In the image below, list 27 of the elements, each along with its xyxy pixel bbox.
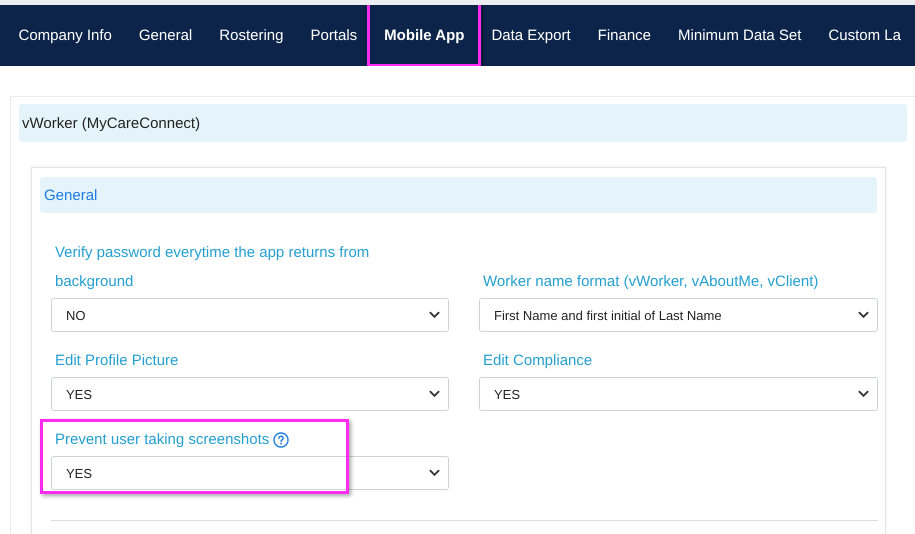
dropdown[interactable]: First Name and first initial of Last Name <box>479 298 878 332</box>
panel-header: vWorker (MyCareConnect) <box>19 104 907 142</box>
dropdown[interactable]: NO <box>51 298 449 332</box>
help-icon[interactable] <box>273 432 290 448</box>
chevron-icon <box>858 390 869 398</box>
nav-tab[interactable]: General <box>125 5 206 66</box>
nav-tab[interactable]: Mobile App <box>370 5 478 66</box>
nav-tab[interactable]: Data Export <box>478 5 584 66</box>
nav-tab[interactable]: Custom La <box>814 5 901 66</box>
field-label: Verify password everytime the app returns from background <box>55 243 370 292</box>
nav-tab[interactable]: Finance <box>584 5 665 66</box>
dropdown[interactable]: YES <box>479 377 878 411</box>
dropdown[interactable]: YES <box>51 377 449 411</box>
chevron-icon <box>429 311 440 319</box>
dropdown[interactable]: YES <box>51 456 449 490</box>
nav-tab[interactable]: Rostering <box>206 5 297 66</box>
chevron-icon <box>858 311 869 319</box>
field-label: Worker name format (vWorker, vAboutMe, vClient) <box>483 272 818 292</box>
field-label: Edit Profile Picture <box>55 351 178 371</box>
nav-tab[interactable]: Portals <box>296 5 371 66</box>
field-label: Edit Compliance <box>483 351 592 371</box>
chevron-icon <box>429 469 440 477</box>
nav-tab[interactable]: Company Info <box>5 5 126 66</box>
chevron-icon <box>429 390 440 398</box>
field-label: Prevent user taking screenshots <box>55 430 270 450</box>
section-header: General <box>40 177 877 213</box>
nav-tab[interactable]: Minimum Data Set <box>664 5 815 66</box>
